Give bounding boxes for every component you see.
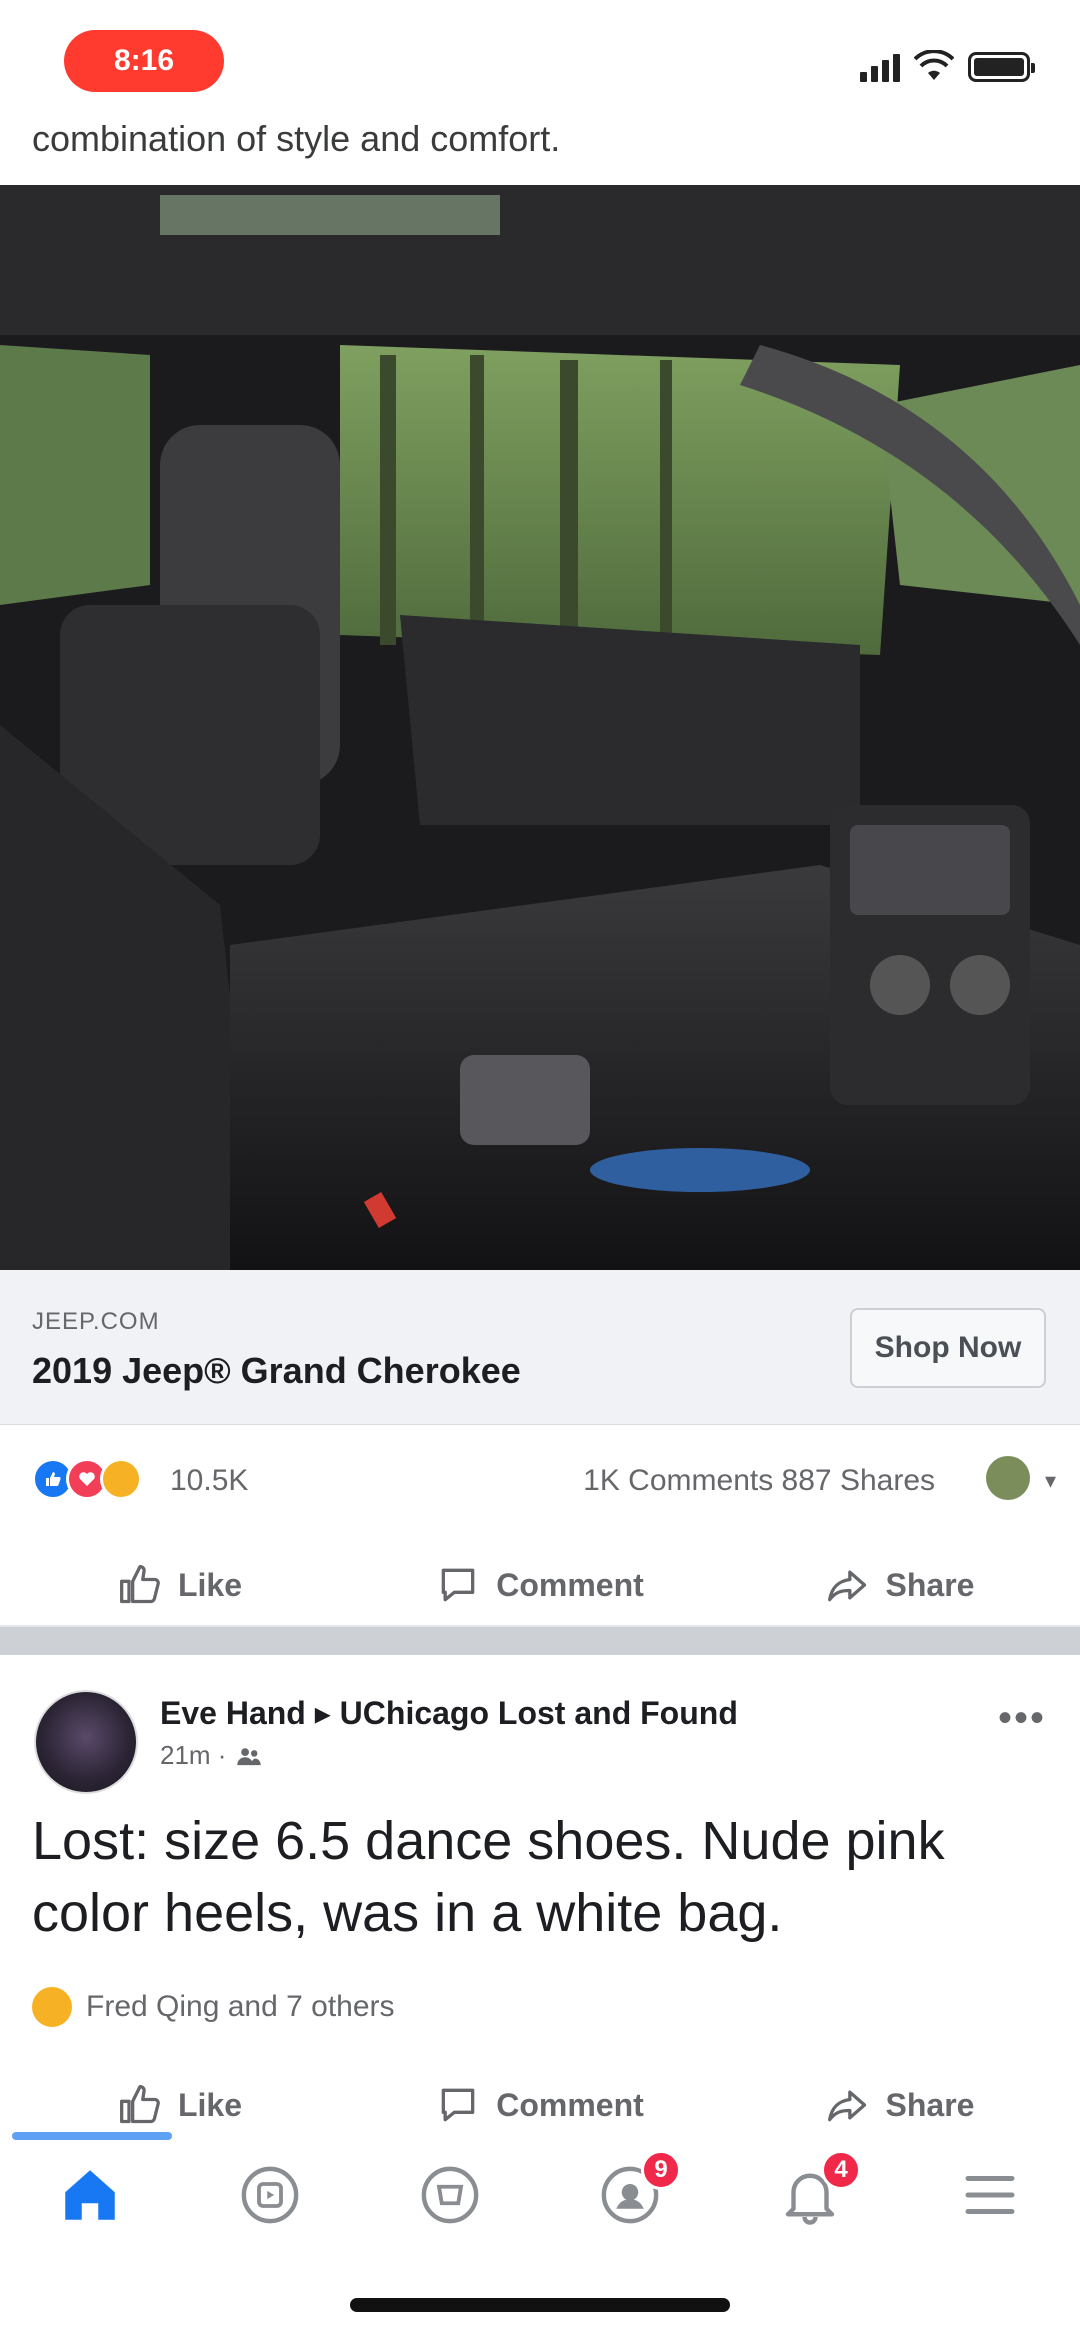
more-options-icon[interactable]: ••• bbox=[998, 1696, 1046, 1741]
share-icon bbox=[827, 1570, 866, 1602]
post-reactions-text: Fred Qing and 7 others bbox=[86, 1990, 395, 2023]
post-text: Lost: size 6.5 dance shoes. Nude pink co… bbox=[32, 1811, 945, 1943]
hamburger-menu-icon bbox=[965, 2176, 1015, 2214]
tab-menu[interactable] bbox=[945, 2150, 1035, 2240]
ad-like-button[interactable]: Like bbox=[0, 1540, 360, 1630]
ad-caption: combination of style and comfort. bbox=[32, 118, 561, 159]
post-author[interactable]: Eve Hand ▸ UChicago Lost and Found bbox=[160, 1694, 738, 1732]
active-tab-indicator bbox=[12, 2132, 172, 2140]
ad-cta-bar[interactable]: JEEP.COM 2019 Jeep® Grand Cherokee Shop … bbox=[0, 1270, 1080, 1425]
reaction-icons bbox=[32, 1458, 142, 1500]
chevron-down-icon[interactable]: ▾ bbox=[1045, 1468, 1056, 1494]
ad-share-button[interactable]: Share bbox=[720, 1540, 1080, 1630]
share-as-avatar[interactable] bbox=[986, 1456, 1030, 1500]
post-share-button[interactable]: Share bbox=[720, 2065, 1080, 2145]
share-icon bbox=[827, 2090, 866, 2122]
groups-badge: 9 bbox=[641, 2150, 681, 2190]
post-reactions-row[interactable]: Fred Qing and 7 others bbox=[32, 1982, 395, 2032]
ad-headline: 2019 Jeep® Grand Cherokee bbox=[32, 1350, 521, 1391]
notifications-badge: 4 bbox=[821, 2150, 861, 2190]
tab-marketplace[interactable] bbox=[405, 2150, 495, 2240]
share-label: Share bbox=[885, 2086, 975, 2123]
watch-icon bbox=[241, 2166, 299, 2224]
share-label: Share bbox=[885, 1566, 975, 1603]
avatar[interactable] bbox=[34, 1690, 138, 1794]
comment-label: Comment bbox=[496, 2086, 644, 2123]
home-indicator[interactable] bbox=[350, 2298, 730, 2312]
tab-groups[interactable]: 9 bbox=[585, 2150, 681, 2240]
haha-reaction-icon bbox=[100, 1458, 142, 1500]
comment-icon bbox=[441, 2088, 475, 2122]
feed-divider bbox=[0, 1625, 1080, 1655]
tab-watch[interactable] bbox=[225, 2150, 315, 2240]
status-time: 8:16 bbox=[64, 30, 224, 92]
battery-icon bbox=[968, 52, 1035, 82]
wifi-icon bbox=[914, 50, 954, 80]
ad-image[interactable] bbox=[0, 185, 1080, 1270]
ad-action-bar: Like Comment Share bbox=[0, 1540, 1080, 1630]
comments-shares-count[interactable]: 1K Comments 887 Shares bbox=[583, 1464, 935, 1498]
ad-domain: JEEP.COM bbox=[32, 1308, 160, 1335]
signal-icon bbox=[860, 54, 900, 82]
like-label: Like bbox=[177, 2086, 243, 2123]
comment-label: Comment bbox=[496, 1566, 644, 1603]
reaction-count: 10.5K bbox=[170, 1464, 249, 1497]
car-interior-photo bbox=[0, 185, 1080, 1270]
group-privacy-icon bbox=[237, 1747, 262, 1765]
like-label: Like bbox=[177, 1566, 243, 1603]
comment-icon bbox=[441, 1568, 475, 1602]
status-icons bbox=[860, 50, 1035, 82]
bottom-tab-bar: 9 4 bbox=[0, 2140, 1080, 2250]
post-comment-button[interactable]: Comment bbox=[360, 2065, 720, 2145]
ad-comment-button[interactable]: Comment bbox=[360, 1540, 720, 1630]
marketplace-icon bbox=[421, 2166, 479, 2224]
post-time[interactable]: 21m · bbox=[160, 1740, 226, 1771]
shop-now-button[interactable]: Shop Now bbox=[850, 1308, 1046, 1388]
tab-notifications[interactable]: 4 bbox=[765, 2150, 861, 2240]
thumbs-up-icon bbox=[120, 1565, 160, 1604]
status-bar: 8:16 bbox=[0, 0, 1080, 120]
home-icon bbox=[65, 2170, 115, 2220]
post-header: Eve Hand ▸ UChicago Lost and Found 21m ·… bbox=[0, 1680, 1080, 1794]
haha-reaction-icon bbox=[32, 1987, 72, 2027]
tab-home[interactable] bbox=[45, 2150, 135, 2240]
ad-reactions-row[interactable]: 10.5K 1K Comments 887 Shares ▾ bbox=[0, 1450, 1080, 1510]
post-meta: 21m · bbox=[160, 1740, 262, 1771]
thumbs-up-icon bbox=[120, 2085, 160, 2124]
